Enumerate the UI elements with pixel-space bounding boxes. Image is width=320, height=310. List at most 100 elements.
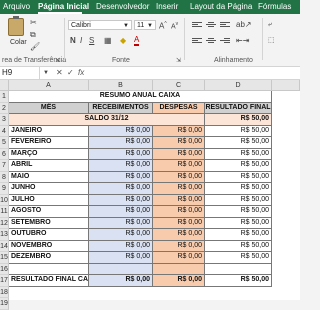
resultado-cell[interactable]: R$ 50,00	[205, 171, 272, 183]
resultado-cell[interactable]: R$ 50,00	[205, 240, 272, 252]
recebimentos-cell[interactable]: R$ 0,00	[89, 252, 153, 264]
despesas-cell[interactable]: R$ 0,00	[153, 229, 205, 241]
blank-cell[interactable]	[205, 263, 272, 275]
final-despesas[interactable]: R$ 0,00	[153, 275, 205, 287]
resultado-cell[interactable]: R$ 50,00	[205, 183, 272, 195]
paste-button-label[interactable]: Colar	[10, 38, 27, 47]
final-label[interactable]: RESULTADO FINAL CAIXA	[9, 275, 89, 287]
resultado-cell[interactable]: R$ 50,00	[205, 252, 272, 264]
row-header-18[interactable]: 18	[0, 286, 9, 298]
final-resultado[interactable]: R$ 50,00	[205, 275, 272, 287]
row-header-14[interactable]: 14	[0, 240, 9, 252]
despesas-cell[interactable]: R$ 0,00	[153, 125, 205, 137]
recebimentos-cell[interactable]: R$ 0,00	[89, 217, 153, 229]
clipboard-launcher-icon[interactable]: ⇲	[55, 57, 60, 66]
month-name-cell[interactable]: NOVEMBRO	[9, 240, 89, 252]
font-launcher-icon[interactable]: ⇲	[176, 57, 181, 66]
worksheet[interactable]: A B C D 1 2 3 4 5 6 7 8 9 10 11 12 13 14 15 16 17 18 19 RESUMO …	[0, 80, 300, 310]
header-mes[interactable]: MÊS	[9, 102, 89, 114]
recebimentos-cell[interactable]: R$ 0,00	[89, 171, 153, 183]
fx-icon[interactable]: fx	[78, 67, 84, 79]
despesas-cell[interactable]: R$ 0,00	[153, 240, 205, 252]
resultado-cell[interactable]: R$ 50,00	[205, 148, 272, 160]
tab-inserir[interactable]: Inserir	[156, 1, 178, 13]
row-header-2[interactable]: 2	[0, 102, 9, 114]
row-header-7[interactable]: 7	[0, 160, 9, 172]
decrease-font-icon[interactable]: Av	[171, 20, 178, 31]
select-all-corner[interactable]	[0, 80, 9, 91]
align-right-icon[interactable]	[220, 38, 230, 44]
cancel-icon[interactable]: ✕	[56, 67, 63, 79]
column-header-c[interactable]: C	[153, 80, 205, 91]
resultado-cell[interactable]: R$ 50,00	[205, 229, 272, 241]
header-resultado[interactable]: RESULTADO FINAL	[205, 102, 272, 114]
increase-font-icon[interactable]: A^	[159, 20, 167, 31]
row-header-6[interactable]: 6	[0, 148, 9, 160]
resultado-cell[interactable]: R$ 50,00	[205, 217, 272, 229]
tab-desenvolvedor[interactable]: Desenvolvedor	[96, 1, 149, 13]
resultado-cell[interactable]: R$ 50,00	[205, 137, 272, 149]
tab-formulas[interactable]: Fórmulas	[258, 1, 291, 13]
despesas-cell[interactable]: R$ 0,00	[153, 194, 205, 206]
chevron-down-icon[interactable]: ▼	[43, 69, 49, 78]
column-header-b[interactable]: B	[89, 80, 153, 91]
despesas-cell[interactable]: R$ 0,00	[153, 217, 205, 229]
tab-arquivo[interactable]: Arquivo	[3, 1, 30, 13]
formula-input[interactable]	[92, 67, 300, 79]
recebimentos-cell[interactable]: R$ 0,00	[89, 137, 153, 149]
italic-button[interactable]: I	[80, 36, 82, 45]
despesas-cell[interactable]: R$ 0,00	[153, 160, 205, 172]
month-name-cell[interactable]: ABRIL	[9, 160, 89, 172]
recebimentos-cell[interactable]: R$ 0,00	[89, 229, 153, 241]
header-despesas[interactable]: DESPESAS	[153, 102, 205, 114]
despesas-cell[interactable]: R$ 0,00	[153, 148, 205, 160]
paste-icon[interactable]	[8, 16, 24, 36]
row-header-3[interactable]: 3	[0, 114, 9, 126]
despesas-cell[interactable]: R$ 0,00	[153, 252, 205, 264]
enter-icon[interactable]: ✓	[67, 67, 74, 79]
sheet-title[interactable]: RESUMO ANUAL CAIXA	[9, 91, 272, 103]
orientation-icon[interactable]: ab↗	[236, 20, 252, 29]
resultado-cell[interactable]: R$ 50,00	[205, 160, 272, 172]
row-header-13[interactable]: 13	[0, 229, 9, 241]
fill-color-icon[interactable]: ◆	[120, 36, 126, 45]
recebimentos-cell[interactable]: R$ 0,00	[89, 240, 153, 252]
name-box[interactable]: H9	[0, 67, 40, 79]
row-header-12[interactable]: 12	[0, 217, 9, 229]
align-bottom-icon[interactable]	[220, 22, 230, 28]
align-middle-icon[interactable]	[206, 22, 216, 28]
saldo-label[interactable]: SALDO 31/12	[9, 114, 205, 126]
format-painter-icon[interactable]: 🖌	[30, 42, 40, 51]
row-header-1[interactable]: 1	[0, 91, 9, 103]
despesas-cell[interactable]: R$ 0,00	[153, 206, 205, 218]
row-header-15[interactable]: 15	[0, 252, 9, 264]
month-name-cell[interactable]: MARÇO	[9, 148, 89, 160]
month-name-cell[interactable]: AGOSTO	[9, 206, 89, 218]
month-name-cell[interactable]: JANEIRO	[9, 125, 89, 137]
row-header-16[interactable]: 16	[0, 263, 9, 275]
month-name-cell[interactable]: JUNHO	[9, 183, 89, 195]
column-header-a[interactable]: A	[9, 80, 89, 91]
despesas-cell[interactable]: R$ 0,00	[153, 171, 205, 183]
recebimentos-cell[interactable]: R$ 0,00	[89, 206, 153, 218]
underline-button[interactable]: S	[89, 36, 94, 45]
row-header-17[interactable]: 17	[0, 275, 9, 287]
blank-cell[interactable]	[89, 263, 153, 275]
row-header-9[interactable]: 9	[0, 183, 9, 195]
blank-cell[interactable]	[9, 263, 89, 275]
resultado-cell[interactable]: R$ 50,00	[205, 206, 272, 218]
row-header-4[interactable]: 4	[0, 125, 9, 137]
recebimentos-cell[interactable]: R$ 0,00	[89, 148, 153, 160]
recebimentos-cell[interactable]: R$ 0,00	[89, 160, 153, 172]
font-size-select[interactable]: 11 ▼	[134, 20, 156, 30]
copy-icon[interactable]: ⧉	[30, 30, 36, 39]
row-header-8[interactable]: 8	[0, 171, 9, 183]
font-color-button[interactable]: A	[134, 36, 140, 46]
recebimentos-cell[interactable]: R$ 0,00	[89, 194, 153, 206]
despesas-cell[interactable]: R$ 0,00	[153, 183, 205, 195]
resultado-cell[interactable]: R$ 50,00	[205, 194, 272, 206]
despesas-cell[interactable]: R$ 0,00	[153, 137, 205, 149]
header-recebimentos[interactable]: RECEBIMENTOS	[89, 102, 153, 114]
recebimentos-cell[interactable]: R$ 0,00	[89, 183, 153, 195]
column-header-e[interactable]	[272, 80, 300, 91]
